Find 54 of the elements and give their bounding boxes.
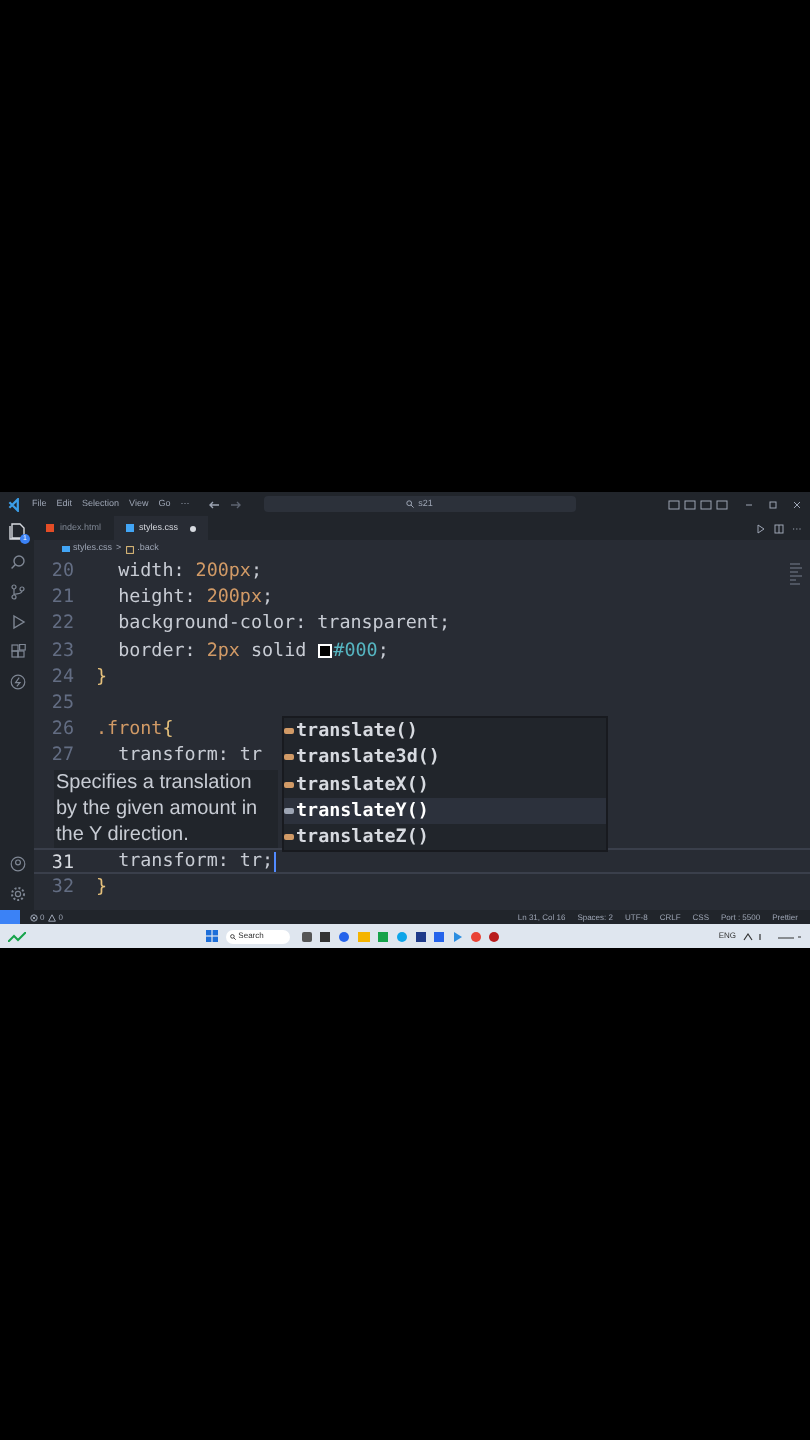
color-swatch[interactable] [317,643,332,658]
code-line: } [96,663,108,690]
tray-icons-drawing[interactable] [742,931,803,941]
run-icon[interactable] [756,523,766,533]
search-icon[interactable] [9,554,25,570]
minimap-drawing [788,562,804,590]
app-logo-icon [8,497,22,511]
css-file-icon [62,545,69,553]
line-number: 21 [49,584,76,611]
forward-arrow-icon[interactable] [229,499,242,509]
suggestion-item[interactable]: translateY() [284,797,606,824]
line-number: 20 [49,558,76,585]
search-icon [406,500,415,508]
window-controls-drawing[interactable] [746,499,802,509]
line-number: 24 [49,663,76,690]
account-icon[interactable] [9,856,25,872]
extensions-icon[interactable] [9,644,25,660]
code-line: background-color: transparent; [116,610,451,638]
selector-icon [125,545,134,553]
suggestion-item[interactable]: translateZ() [284,823,606,851]
warning-icon [48,913,57,921]
suggestion-item[interactable]: translate() [284,718,606,745]
layout-icons-drawing[interactable] [668,499,728,509]
suggestion-item[interactable]: translateX() [284,771,606,798]
weather-icon[interactable] [8,931,26,941]
split-editor-icon[interactable] [774,523,784,533]
suggestion-item[interactable]: translate3d() [284,744,606,772]
files-icon[interactable] [8,522,26,540]
code-line: border: 2px solid #000; [116,637,389,664]
code-line: .front{ [96,716,174,743]
line-number: 27 [49,742,76,769]
line-number: 22 [49,610,76,638]
code-line: width: 200px; [116,558,263,585]
code-line: } [96,874,108,901]
back-arrow-icon[interactable] [207,499,220,509]
settings-icon[interactable] [9,886,25,902]
error-icon [30,913,38,921]
branch-icon[interactable] [9,584,25,600]
code-line: transform: tr [116,742,262,769]
line-number: 31 [49,850,76,873]
line-number: 23 [49,637,76,664]
run-debug-icon[interactable] [9,614,25,630]
line-number: 25 [49,689,76,717]
start-icon[interactable] [206,930,219,942]
line-number: 26 [49,716,76,743]
css-file-icon [125,524,134,532]
html-file-icon [46,524,54,532]
lightning-icon[interactable] [9,674,25,690]
code-line: transform: tr; [116,850,276,873]
code-line: height: 200px; [116,584,274,611]
documentation-tooltip: Specifies a translation by the given amount in the Y direction. [54,769,278,849]
line-number: 32 [49,874,76,901]
search-icon [230,933,237,939]
text-cursor [273,851,276,872]
